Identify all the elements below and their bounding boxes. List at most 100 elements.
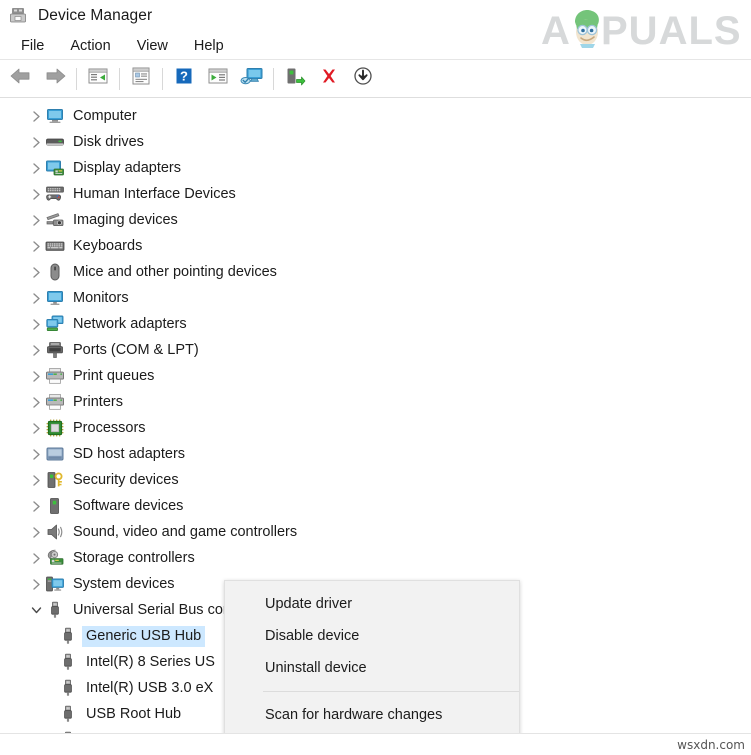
chevron-right-icon[interactable] — [27, 337, 45, 363]
hid-icon — [45, 184, 65, 204]
forward-arrow-icon — [43, 66, 67, 91]
toolbar-separator — [76, 67, 77, 90]
source-watermark: wsxdn.com — [677, 738, 745, 752]
tree-node-monitors[interactable]: Monitors — [0, 285, 751, 311]
tree-node-human-interface-devices[interactable]: Human Interface Devices — [0, 181, 751, 207]
chevron-right-icon[interactable] — [27, 441, 45, 467]
tree-node-label: Display adapters — [73, 160, 181, 176]
tree-node-network-adapters[interactable]: Network adapters — [0, 311, 751, 337]
tree-node-label: Monitors — [73, 290, 129, 306]
tree-node-security-devices[interactable]: Security devices — [0, 467, 751, 493]
monitor-icon — [45, 288, 65, 308]
chevron-right-icon[interactable] — [27, 467, 45, 493]
tree-node-keyboards[interactable]: Keyboards — [0, 233, 751, 259]
chevron-right-icon[interactable] — [27, 259, 45, 285]
tree-node-label: Ports (COM & LPT) — [73, 342, 199, 358]
chevron-right-icon[interactable] — [27, 415, 45, 441]
show-hide-console-tree-icon — [87, 66, 109, 91]
toolbar-uninstall-device[interactable] — [312, 64, 346, 94]
chevron-right-icon[interactable] — [27, 181, 45, 207]
tree-node-ports[interactable]: Ports (COM & LPT) — [0, 337, 751, 363]
tree-node-label: Disk drives — [73, 134, 144, 150]
tree-node-computer[interactable]: Computer — [0, 103, 751, 129]
tree-node-label: Computer — [73, 108, 137, 124]
ctx-uninstall-device[interactable]: Uninstall device — [225, 652, 519, 684]
menu-help[interactable]: Help — [181, 35, 237, 57]
scan-hardware-changes-icon — [240, 66, 264, 91]
enable-device-icon — [284, 66, 306, 91]
toolbar-properties[interactable] — [124, 64, 158, 94]
menu-action[interactable]: Action — [57, 35, 123, 57]
chevron-right-icon[interactable] — [27, 129, 45, 155]
network-adapter-icon — [45, 314, 65, 334]
toolbar-separator — [162, 67, 163, 90]
toolbar-disable-device[interactable] — [346, 64, 380, 94]
chevron-right-icon[interactable] — [27, 519, 45, 545]
tree-node-display-adapters[interactable]: Display adapters — [0, 155, 751, 181]
device-manager-window: Device Manager File Action View Help ? C… — [0, 0, 751, 755]
tree-node-disk-drives[interactable]: Disk drives — [0, 129, 751, 155]
tree-node-label: Intel(R) 8 Series US — [86, 654, 215, 670]
imaging-device-icon — [45, 210, 65, 230]
printer-icon — [45, 392, 65, 412]
tree-node-label: Software devices — [73, 498, 184, 514]
mouse-icon — [45, 262, 65, 282]
tree-node-label: Intel(R) USB 3.0 eX — [86, 680, 214, 696]
tree-node-label: Network adapters — [73, 316, 187, 332]
chevron-down-icon[interactable] — [27, 597, 45, 623]
chevron-right-icon[interactable] — [27, 545, 45, 571]
tree-node-label: Imaging devices — [73, 212, 178, 228]
toolbar-forward[interactable] — [38, 64, 72, 94]
window-title: Device Manager — [38, 7, 153, 24]
ctx-update-driver[interactable]: Update driver — [225, 588, 519, 620]
tree-node-sd-host-adapters[interactable]: SD host adapters — [0, 441, 751, 467]
usb-icon — [58, 626, 78, 646]
storage-controller-icon — [45, 548, 65, 568]
sound-controller-icon — [45, 522, 65, 542]
bottom-strip — [0, 733, 751, 755]
tree-node-storage-controllers[interactable]: Storage controllers — [0, 545, 751, 571]
chevron-right-icon[interactable] — [27, 389, 45, 415]
tree-node-mice-and-other-pointing-devices[interactable]: Mice and other pointing devices — [0, 259, 751, 285]
tree-node-label: System devices — [73, 576, 175, 592]
ctx-disable-device[interactable]: Disable device — [225, 620, 519, 652]
toolbar-help[interactable]: ? — [167, 64, 201, 94]
toolbar-enable-device[interactable] — [278, 64, 312, 94]
tree-node-processors[interactable]: Processors — [0, 415, 751, 441]
uninstall-device-icon — [319, 66, 339, 91]
chevron-right-icon[interactable] — [27, 493, 45, 519]
context-menu[interactable]: Update driver Disable device Uninstall d… — [224, 580, 520, 755]
ctx-scan-hardware-changes[interactable]: Scan for hardware changes — [225, 699, 519, 731]
tree-node-sound-video-and-game-controllers[interactable]: Sound, video and game controllers — [0, 519, 751, 545]
toolbar-back[interactable] — [4, 64, 38, 94]
chevron-right-icon[interactable] — [27, 155, 45, 181]
tree-node-imaging-devices[interactable]: Imaging devices — [0, 207, 751, 233]
tree-node-label: Human Interface Devices — [73, 186, 236, 202]
toolbar-scan-hardware[interactable] — [235, 64, 269, 94]
chevron-right-icon[interactable] — [27, 207, 45, 233]
tree-node-label: Mice and other pointing devices — [73, 264, 277, 280]
toolbar-console-tree[interactable] — [81, 64, 115, 94]
tree-node-label: Storage controllers — [73, 550, 195, 566]
toolbar-separator — [119, 67, 120, 90]
back-arrow-icon — [9, 66, 33, 91]
tree-node-print-queues[interactable]: Print queues — [0, 363, 751, 389]
chevron-right-icon[interactable] — [27, 103, 45, 129]
chevron-right-icon[interactable] — [27, 311, 45, 337]
computer-icon — [45, 106, 65, 126]
tree-node-label: Generic USB Hub — [82, 625, 206, 647]
chevron-right-icon[interactable] — [27, 233, 45, 259]
tree-node-printers[interactable]: Printers — [0, 389, 751, 415]
sd-host-adapter-icon — [45, 444, 65, 464]
chevron-right-icon[interactable] — [27, 285, 45, 311]
toolbar-update-driver[interactable] — [201, 64, 235, 94]
tree-node-label: Printers — [73, 394, 123, 410]
system-device-icon — [45, 574, 65, 594]
print-queue-icon — [45, 366, 65, 386]
tree-node-software-devices[interactable]: Software devices — [0, 493, 751, 519]
chevron-right-icon[interactable] — [27, 571, 45, 597]
usb-icon — [58, 678, 78, 698]
menu-view[interactable]: View — [124, 35, 181, 57]
menu-file[interactable]: File — [8, 35, 57, 57]
chevron-right-icon[interactable] — [27, 363, 45, 389]
